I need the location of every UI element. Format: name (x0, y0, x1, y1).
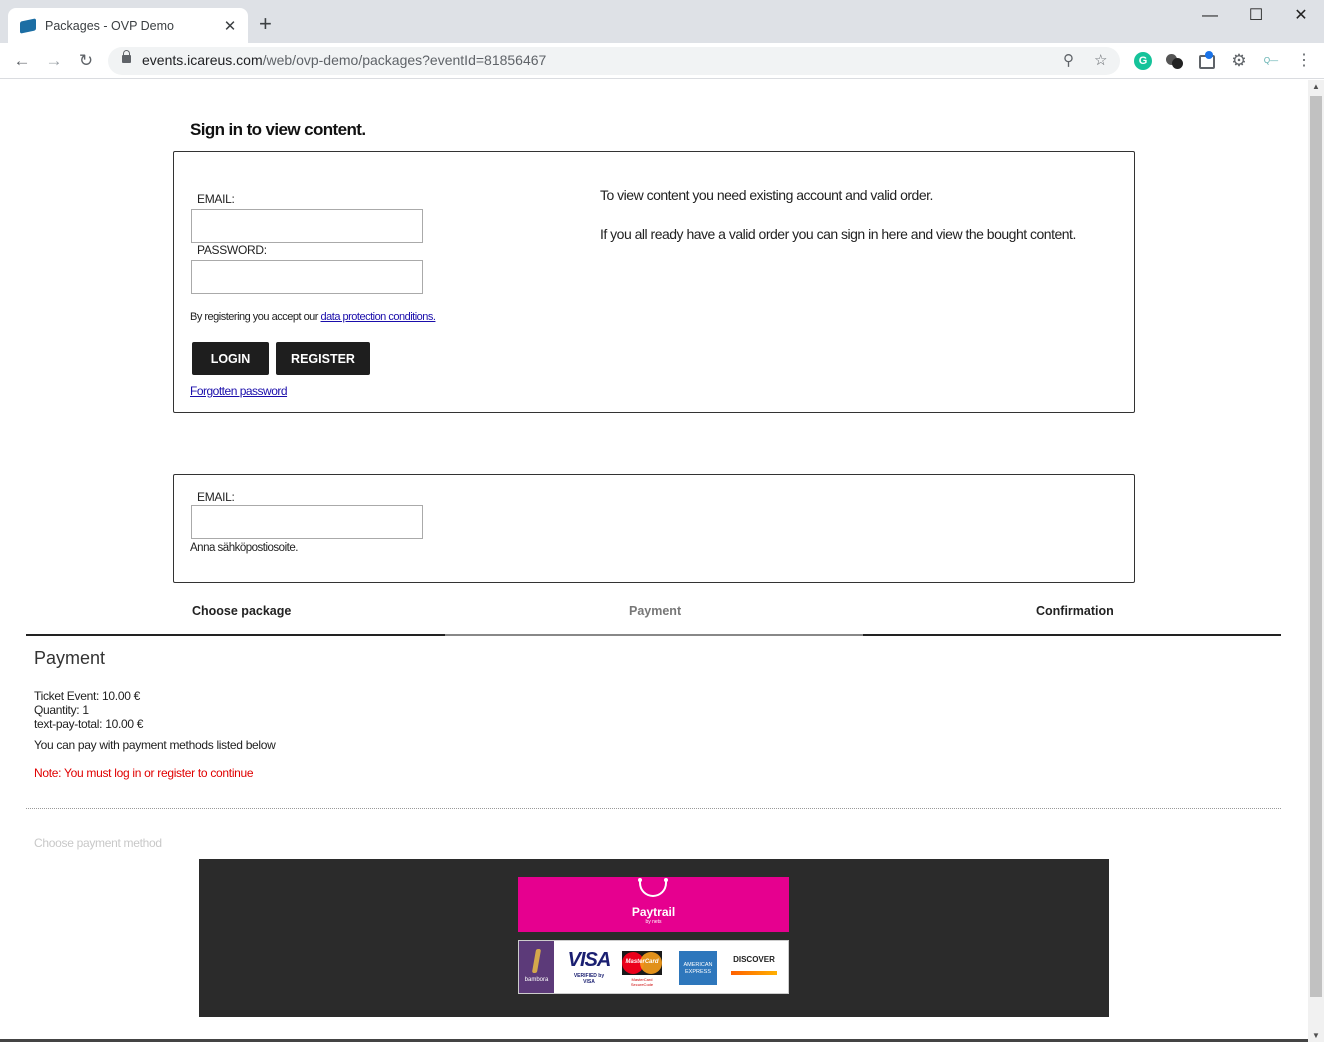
paytrail-sub: by nets (645, 919, 662, 925)
scroll-thumb[interactable] (1310, 96, 1322, 997)
terms-prefix: By registering you accept our (190, 311, 321, 323)
guest-email-box: EMAIL: Anna sähköpostiosoite. (173, 474, 1135, 583)
grammarly-icon[interactable]: G (1134, 52, 1152, 70)
discover-logo: DISCOVER (733, 955, 775, 964)
page-scrollbar[interactable]: ▲ ▼ (1308, 80, 1324, 1042)
url-path: /web/ovp-demo/packages?eventId=81856467 (262, 52, 547, 68)
new-tab-button[interactable]: + (259, 13, 272, 35)
step-choose-package: Choose package (192, 604, 292, 618)
step-bar-1 (26, 634, 445, 636)
info-text-2: If you all ready have a valid order you … (600, 226, 1076, 242)
paytrail-name: Paytrail (631, 905, 676, 919)
step-bar-3 (863, 634, 1281, 636)
choose-payment-label: Choose payment method (34, 836, 162, 850)
guest-email-field[interactable] (191, 505, 423, 539)
total-line: text-pay-total: 10.00 € (34, 717, 144, 731)
shopping-bag-icon (638, 878, 668, 897)
back-arrow-icon[interactable]: ← (11, 50, 33, 72)
register-button[interactable]: REGISTER (276, 342, 370, 375)
guest-email-label: EMAIL: (197, 490, 235, 504)
data-protection-link[interactable]: data protection conditions. (321, 311, 436, 323)
forgotten-password-link[interactable]: Forgotten password (190, 384, 288, 398)
signin-box: EMAIL: PASSWORD: By registering you acce… (173, 151, 1135, 413)
menu-kebab-icon[interactable]: ⋮ (1296, 52, 1312, 70)
step-bar-2 (445, 634, 863, 636)
methods-text: You can pay with payment methods listed … (34, 738, 276, 752)
bambora-text: bambora (524, 977, 549, 983)
step-payment: Payment (629, 604, 682, 618)
lock-icon (122, 50, 131, 63)
card-logos[interactable]: bambora VISA VERIFIED by VISA MasterCard… (518, 940, 789, 994)
mastercard-text: MasterCard (625, 959, 659, 965)
payment-method-panel: Paytrail by nets bambora VISA VERIFIED b… (199, 859, 1109, 1017)
zoom-icon[interactable]: ⚲ (1063, 51, 1074, 71)
browser-toolbar: ← → ↻ events.icareus.com/web/ovp-demo/pa… (0, 43, 1324, 79)
address-bar[interactable]: events.icareus.com/web/ovp-demo/packages… (108, 47, 1120, 75)
password-label: PASSWORD: (197, 243, 267, 257)
visa-verified-text: VERIFIED by VISA (573, 973, 605, 985)
terms-text: By registering you accept our data prote… (190, 311, 436, 323)
bookmark-star-icon[interactable]: ☆ (1094, 51, 1107, 71)
page-content: Sign in to view content. EMAIL: PASSWORD… (0, 80, 1308, 1042)
puzzle-icon[interactable]: ⚙ (1230, 52, 1248, 70)
extension-icon[interactable] (1166, 52, 1184, 70)
payment-title: Payment (34, 648, 106, 668)
reload-icon[interactable]: ↻ (75, 50, 97, 72)
login-required-note: Note: You must log in or register to con… (34, 766, 254, 780)
minimize-button[interactable]: — (1187, 6, 1233, 26)
guest-email-hint: Anna sähköpostiosoite. (190, 542, 298, 554)
site-favicon-icon (20, 17, 36, 34)
paytrail-button[interactable]: Paytrail by nets (518, 877, 789, 932)
password-field[interactable] (191, 260, 423, 294)
discover-stripe (731, 971, 777, 975)
close-tab-icon[interactable]: ✕ (222, 17, 238, 35)
scroll-down-arrow-icon[interactable]: ▼ (1308, 1031, 1324, 1040)
forward-arrow-icon[interactable]: → (43, 50, 65, 72)
maximize-button[interactable]: ☐ (1233, 6, 1279, 26)
window-close-button[interactable]: ✕ (1278, 6, 1324, 26)
qmee-icon[interactable]: Q— (1260, 52, 1282, 70)
visa-logo: VISA (567, 949, 612, 971)
bambora-logo: bambora (519, 941, 554, 993)
bookmark-manager-icon[interactable] (1199, 51, 1215, 69)
step-confirmation: Confirmation (1036, 604, 1114, 618)
mastercard-logo: MasterCard (622, 951, 662, 975)
email-label: EMAIL: (197, 192, 235, 206)
ticket-line: Ticket Event: 10.00 € (34, 689, 140, 703)
url-text[interactable]: events.icareus.com/web/ovp-demo/packages… (142, 52, 546, 68)
mastercard-securecode-text: MasterCard SecureCode (630, 977, 654, 987)
quantity-line: Quantity: 1 (34, 703, 89, 717)
browser-titlebar: Packages - OVP Demo ✕ + — ☐ ✕ (0, 0, 1324, 43)
scroll-up-arrow-icon[interactable]: ▲ (1308, 82, 1324, 91)
url-host: events.icareus.com (142, 52, 263, 68)
amex-logo: AMERICAN EXPRESS (679, 951, 717, 985)
browser-tab[interactable]: Packages - OVP Demo ✕ (8, 8, 248, 43)
login-button[interactable]: LOGIN (192, 342, 269, 375)
info-text-1: To view content you need existing accoun… (600, 187, 933, 203)
tab-title: Packages - OVP Demo (45, 18, 174, 33)
signin-heading: Sign in to view content. (190, 120, 366, 139)
email-field[interactable] (191, 209, 423, 243)
giraffe-icon (531, 949, 542, 973)
divider (26, 808, 1281, 809)
